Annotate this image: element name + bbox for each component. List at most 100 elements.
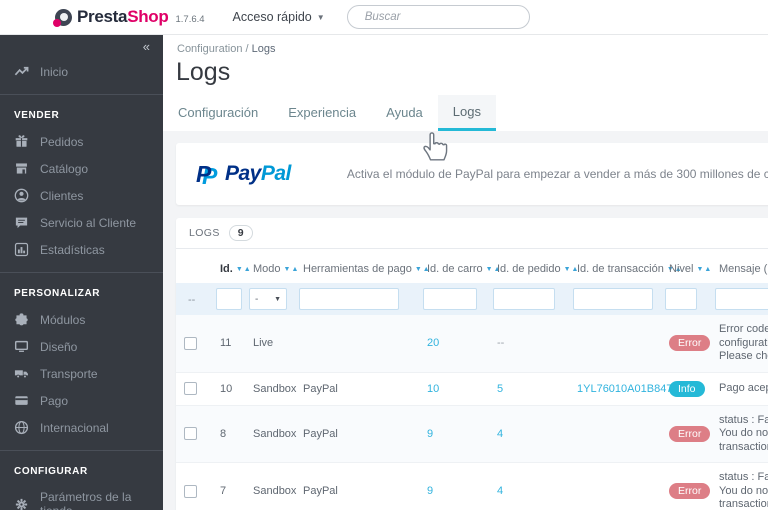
brand-shop-text: Shop: [127, 7, 169, 26]
paypal-p-front: P: [196, 161, 212, 187]
column-header-modo[interactable]: Modo ▼▲: [245, 255, 298, 283]
order-id-link[interactable]: 4: [497, 428, 503, 440]
column-header-id-transaccion[interactable]: Id. de transacción ▼▲: [569, 255, 682, 283]
status-badge: Error: [669, 425, 711, 442]
cart-id-link[interactable]: 20: [427, 337, 439, 349]
globe-icon: [14, 420, 29, 435]
cell-id: 7: [212, 462, 245, 510]
cart-id-link[interactable]: 9: [427, 485, 433, 497]
gear-icon: [15, 498, 28, 510]
sidebar-item-modulos[interactable]: Módulos: [0, 306, 163, 333]
column-header-checkbox: [176, 255, 212, 283]
sidebar-item-parametros-tienda[interactable]: Parámetros de la tienda: [0, 484, 163, 510]
cart-id-link[interactable]: 10: [427, 383, 439, 395]
sidebar-item-inicio[interactable]: Inicio: [0, 58, 163, 85]
cell-transaction: [569, 405, 661, 463]
status-badge: Error: [669, 335, 711, 352]
user-icon: [14, 188, 29, 203]
sidebar-collapse-button[interactable]: «: [143, 39, 150, 54]
filter-level-input[interactable]: [665, 288, 697, 310]
column-header-id-carro[interactable]: Id. de carro ▼▲: [419, 255, 501, 283]
cell-mode: Sandbox: [245, 372, 296, 406]
cell-message: status : Failu You do not h transaction;: [711, 405, 768, 463]
order-id-link[interactable]: 5: [497, 383, 503, 395]
sidebar-item-label: Transporte: [40, 366, 98, 381]
tab-experiencia[interactable]: Experiencia: [273, 95, 371, 131]
sidebar-item-internacional[interactable]: Internacional: [0, 414, 163, 441]
table-row: 10 Sandbox PayPal 10 5 1YL76010A01B84720…: [176, 372, 768, 406]
sidebar: « Inicio VENDER Pedidos Catálogo Cliente…: [0, 35, 163, 510]
version-text: 1.7.6.4: [175, 14, 205, 25]
search-input[interactable]: [364, 11, 519, 23]
cell-mode: Live: [245, 315, 295, 373]
filter-cart-input[interactable]: [423, 288, 477, 310]
cell-mode: Sandbox: [245, 405, 296, 463]
paypal-wordmark: PayPal: [225, 162, 291, 185]
sidebar-item-pedidos[interactable]: Pedidos: [0, 128, 163, 155]
table-row: 8 Sandbox PayPal 9 4 Error status : Fail…: [176, 405, 768, 463]
chevron-down-icon: ▼: [274, 295, 281, 303]
cell-transaction: [569, 462, 661, 510]
sidebar-section-configurar: CONFIGURAR: [14, 466, 88, 477]
cell-tool: [295, 315, 419, 373]
filter-order-input[interactable]: [493, 288, 555, 310]
filter-message-input[interactable]: [715, 288, 768, 310]
sidebar-item-clientes[interactable]: Clientes: [0, 182, 163, 209]
prestashop-logo-icon: [53, 8, 72, 27]
row-checkbox[interactable]: [184, 484, 197, 498]
filter-id-input[interactable]: [216, 288, 242, 310]
logs-panel-header: LOGS 9: [176, 218, 768, 249]
cell-tool: PayPal: [295, 405, 419, 463]
column-header-mensaje[interactable]: Mensaje (re: [711, 255, 768, 283]
filter-mode-select[interactable]: - ▼: [249, 288, 287, 310]
credit-card-icon: [15, 396, 28, 405]
filter-tool-input[interactable]: [299, 288, 399, 310]
sidebar-item-diseno[interactable]: Diseño: [0, 333, 163, 360]
column-header-herramientas[interactable]: Herramientas de pago ▼▲: [295, 255, 430, 283]
sort-icons[interactable]: ▼▲: [236, 266, 252, 273]
paypal-banner[interactable]: P P PayPal Activa el módulo de PayPal pa…: [176, 143, 768, 205]
row-checkbox[interactable]: [184, 336, 197, 350]
sidebar-item-label: Parámetros de la tienda: [40, 490, 132, 510]
chat-icon: [15, 217, 28, 229]
sidebar-item-catalogo[interactable]: Catálogo: [0, 155, 163, 182]
breadcrumb-parent[interactable]: Configuration: [177, 43, 242, 55]
paypal-banner-message: Activa el módulo de PayPal para empezar …: [346, 167, 768, 181]
filter-transaction-input[interactable]: [573, 288, 653, 310]
row-checkbox[interactable]: [184, 427, 197, 441]
quick-access-menu[interactable]: Acceso rápido ▼: [233, 10, 325, 24]
search-box[interactable]: [346, 5, 530, 29]
column-header-id[interactable]: Id. ▼▲: [212, 255, 251, 283]
cart-id-link[interactable]: 9: [427, 428, 433, 440]
sidebar-item-estadisticas[interactable]: Estadísticas: [0, 236, 163, 263]
caret-down-icon: ▼: [316, 12, 325, 22]
logs-table: Id. ▼▲ Modo ▼▲ Herramientas de pago ▼▲ Id. …: [176, 255, 768, 510]
order-id-link[interactable]: 4: [497, 485, 503, 497]
tab-configuracion[interactable]: Configuración: [163, 95, 273, 131]
filter-row: -- - ▼: [176, 283, 768, 315]
sidebar-section-vender: VENDER: [14, 110, 60, 121]
cell-message: Error code: c configuratio Please chec: [711, 315, 768, 373]
logs-panel: LOGS 9 Id. ▼▲ Modo ▼▲ Herramientas de pago…: [176, 218, 768, 510]
sidebar-item-servicio-al-cliente[interactable]: Servicio al Cliente: [0, 209, 163, 236]
row-checkbox[interactable]: [184, 382, 197, 395]
prestashop-logo: Presta Shop 1.7.6.4: [53, 7, 205, 27]
sidebar-item-label: Módulos: [40, 312, 86, 327]
paypal-mark-icon: P P: [196, 160, 221, 189]
sidebar-item-transporte[interactable]: Transporte: [0, 360, 163, 387]
column-header-id-pedido[interactable]: Id. de pedido ▼▲: [489, 255, 578, 283]
sidebar-divider: [0, 94, 163, 95]
quick-access-label: Acceso rápido: [232, 10, 312, 24]
sidebar-item-pago[interactable]: Pago: [0, 387, 163, 414]
sidebar-item-label: Inicio: [40, 64, 69, 79]
cell-id: 10: [212, 372, 245, 406]
sidebar-section-personalizar: PERSONALIZAR: [14, 288, 101, 299]
sort-icons[interactable]: ▼▲: [284, 266, 300, 273]
table-header-row: Id. ▼▲ Modo ▼▲ Herramientas de pago ▼▲ Id. …: [176, 255, 768, 283]
column-header-nivel[interactable]: Nivel ▼▲: [661, 255, 711, 283]
sidebar-item-label: Diseño: [40, 339, 78, 354]
logs-panel-title: LOGS: [189, 227, 220, 239]
sort-icons[interactable]: ▼▲: [696, 266, 712, 273]
sidebar-divider: [0, 450, 163, 451]
status-badge: Info: [669, 380, 705, 397]
